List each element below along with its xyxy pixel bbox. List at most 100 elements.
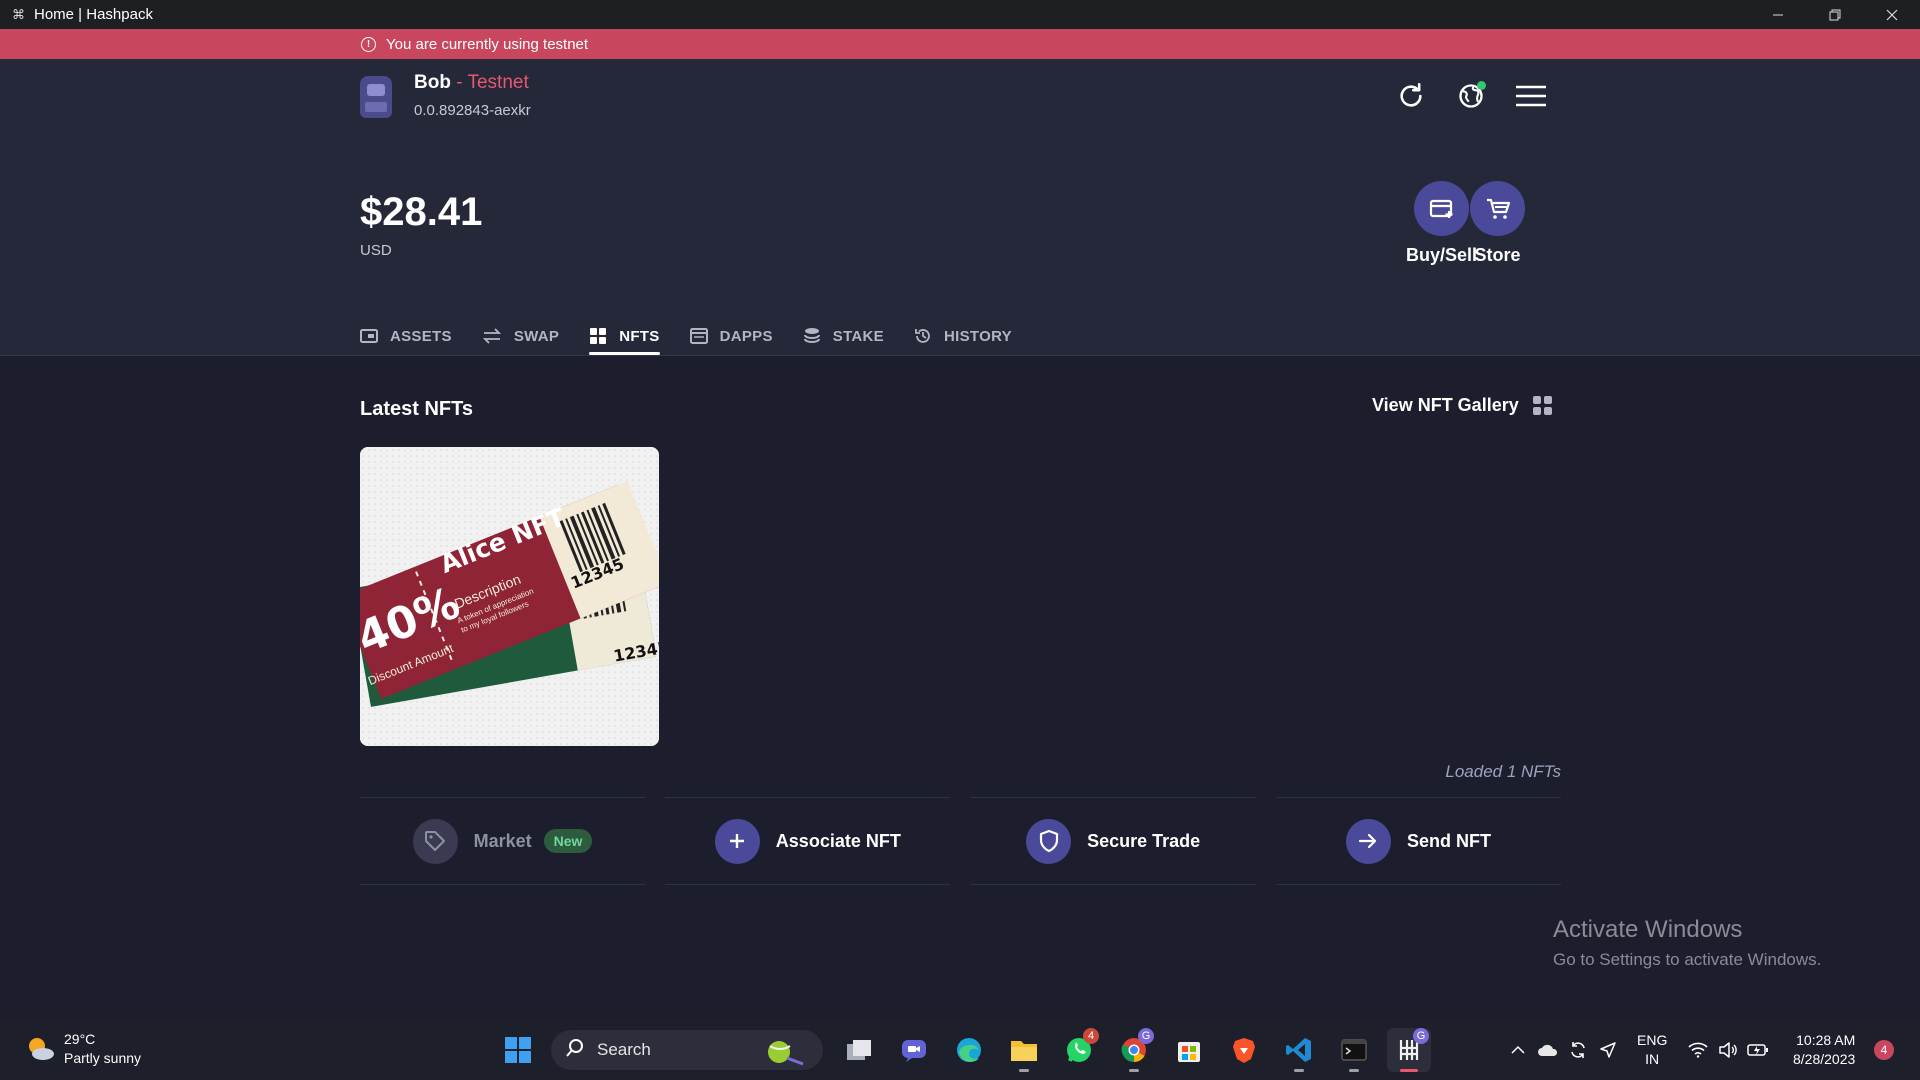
minimize-button[interactable] — [1749, 0, 1806, 29]
grid-icon — [589, 327, 607, 345]
send-nft-button[interactable]: Send NFT — [1275, 797, 1561, 885]
view-nft-gallery-link[interactable]: View NFT Gallery — [1372, 395, 1552, 416]
vscode-icon[interactable] — [1277, 1028, 1321, 1072]
battery-icon[interactable] — [1743, 1035, 1773, 1065]
system-clock[interactable]: 10:28 AM 8/28/2023 — [1793, 1031, 1855, 1069]
balance-currency: USD — [360, 242, 392, 259]
taskbar-search[interactable]: Search — [551, 1030, 823, 1070]
close-button[interactable] — [1863, 0, 1920, 29]
file-explorer-icon[interactable] — [1002, 1028, 1046, 1072]
sync-icon[interactable] — [1563, 1035, 1593, 1065]
search-highlight-icon — [765, 1036, 805, 1071]
wifi-icon[interactable] — [1683, 1035, 1713, 1065]
tab-nfts[interactable]: NFTS — [589, 318, 660, 355]
tab-history[interactable]: HISTORY — [914, 318, 1012, 354]
hashpack-badge: G — [1413, 1028, 1429, 1044]
running-indicator — [1349, 1069, 1359, 1072]
chrome-profile-badge: G — [1138, 1028, 1154, 1044]
search-icon — [565, 1038, 585, 1063]
brave-icon[interactable] — [1222, 1028, 1266, 1072]
account-info[interactable]: Bob - Testnet 0.0.892843-aexkr — [360, 72, 531, 119]
teams-chat-icon[interactable] — [892, 1028, 936, 1072]
associate-nft-label: Associate NFT — [775, 830, 901, 851]
window-title: Home | Hashpack — [34, 6, 153, 23]
running-indicator — [1294, 1069, 1304, 1072]
tab-dapps[interactable]: DAPPS — [689, 318, 773, 354]
tab-swap[interactable]: SWAP — [482, 318, 559, 354]
whatsapp-icon[interactable]: 4 — [1057, 1028, 1101, 1072]
secure-trade-label: Secure Trade — [1087, 830, 1201, 851]
menu-icon[interactable] — [1515, 80, 1547, 112]
terminal-icon[interactable] — [1332, 1028, 1376, 1072]
nft-serial-back: 12345 — [612, 637, 659, 666]
tag-icon — [412, 818, 458, 864]
weather-temp: 29°C — [64, 1031, 96, 1047]
tab-label: SWAP — [513, 327, 560, 345]
swap-icon — [482, 328, 502, 344]
gallery-grid-icon — [1532, 396, 1552, 415]
edge-icon[interactable] — [947, 1028, 991, 1072]
activate-subtitle: Go to Settings to activate Windows. — [1553, 950, 1822, 969]
restore-button[interactable] — [1806, 0, 1863, 29]
coins-icon — [803, 327, 821, 345]
arrow-right-icon — [1345, 818, 1391, 864]
activate-title: Activate Windows — [1553, 916, 1743, 943]
running-indicator — [1019, 1069, 1029, 1072]
cart-icon — [1470, 181, 1525, 236]
loaded-count: Loaded 1 NFTs — [1445, 762, 1561, 781]
task-view-icon[interactable] — [837, 1028, 881, 1072]
window-controls — [1749, 0, 1920, 29]
active-indicator — [1400, 1069, 1418, 1072]
store-button[interactable]: Store — [1470, 181, 1525, 266]
weather-widget[interactable]: 29°C Partly sunny — [24, 1030, 141, 1068]
account-id: 0.0.892843-aexkr — [414, 102, 531, 119]
system-tray: ENG IN — [1503, 1030, 1773, 1070]
market-button[interactable]: Market New — [360, 797, 645, 885]
nft-text-layer: Alice NFT Description A token of appreci… — [360, 447, 659, 746]
plus-icon — [714, 818, 760, 864]
language-region: IN — [1645, 1051, 1660, 1067]
microsoft-store-icon[interactable] — [1167, 1028, 1211, 1072]
onedrive-icon[interactable] — [1533, 1035, 1563, 1065]
buy-sell-button[interactable]: Buy/Sell — [1406, 181, 1477, 266]
language-code: ENG — [1637, 1032, 1668, 1048]
nft-card[interactable]: Alice NFT Description A token of appreci… — [360, 447, 659, 746]
header-icons — [1395, 80, 1547, 112]
info-icon: ! — [361, 36, 376, 52]
tab-label: HISTORY — [944, 327, 1012, 345]
associate-nft-button[interactable]: Associate NFT — [665, 797, 951, 885]
send-icon[interactable] — [1593, 1035, 1623, 1065]
account-name: Bob — [414, 72, 451, 93]
activate-windows-watermark: Activate Windows Go to Settings to activ… — [1553, 916, 1821, 970]
language-indicator[interactable]: ENG IN — [1637, 1031, 1667, 1069]
buy-sell-icon — [1414, 181, 1470, 236]
volume-icon[interactable] — [1713, 1035, 1743, 1065]
whatsapp-badge: 4 — [1083, 1028, 1099, 1044]
hashpack-taskbar-icon[interactable]: G — [1387, 1028, 1431, 1072]
balance-amount: $28.41 — [360, 190, 483, 234]
tab-label: NFTS — [619, 327, 660, 345]
tab-label: ASSETS — [390, 327, 452, 345]
running-indicator — [1129, 1069, 1139, 1072]
account-avatar — [360, 76, 392, 118]
account-network: Testnet — [467, 72, 529, 93]
gallery-link-label: View NFT Gallery — [1372, 395, 1519, 415]
secure-trade-button[interactable]: Secure Trade — [970, 797, 1256, 885]
start-icon[interactable] — [496, 1028, 540, 1072]
browser-icon — [689, 328, 708, 344]
notification-badge[interactable]: 4 — [1874, 1040, 1894, 1060]
tab-stake[interactable]: STAKE — [803, 318, 884, 354]
taskbar-apps: Search 4 G G — [496, 1028, 1442, 1072]
refresh-icon[interactable] — [1395, 80, 1427, 112]
buy-sell-label: Buy/Sell — [1406, 245, 1478, 265]
chrome-icon[interactable]: G — [1112, 1028, 1156, 1072]
shield-icon — [1026, 818, 1072, 864]
tab-assets[interactable]: ASSETS — [360, 318, 452, 354]
tabs-divider — [0, 355, 1920, 356]
globe-icon[interactable] — [1455, 80, 1487, 112]
search-label: Search — [597, 1040, 651, 1059]
wallet-icon — [360, 328, 378, 344]
chevron-up-icon[interactable] — [1503, 1035, 1533, 1065]
window-titlebar: ⌘ Home | Hashpack — [0, 0, 1920, 29]
weather-condition: Partly sunny — [64, 1050, 142, 1066]
